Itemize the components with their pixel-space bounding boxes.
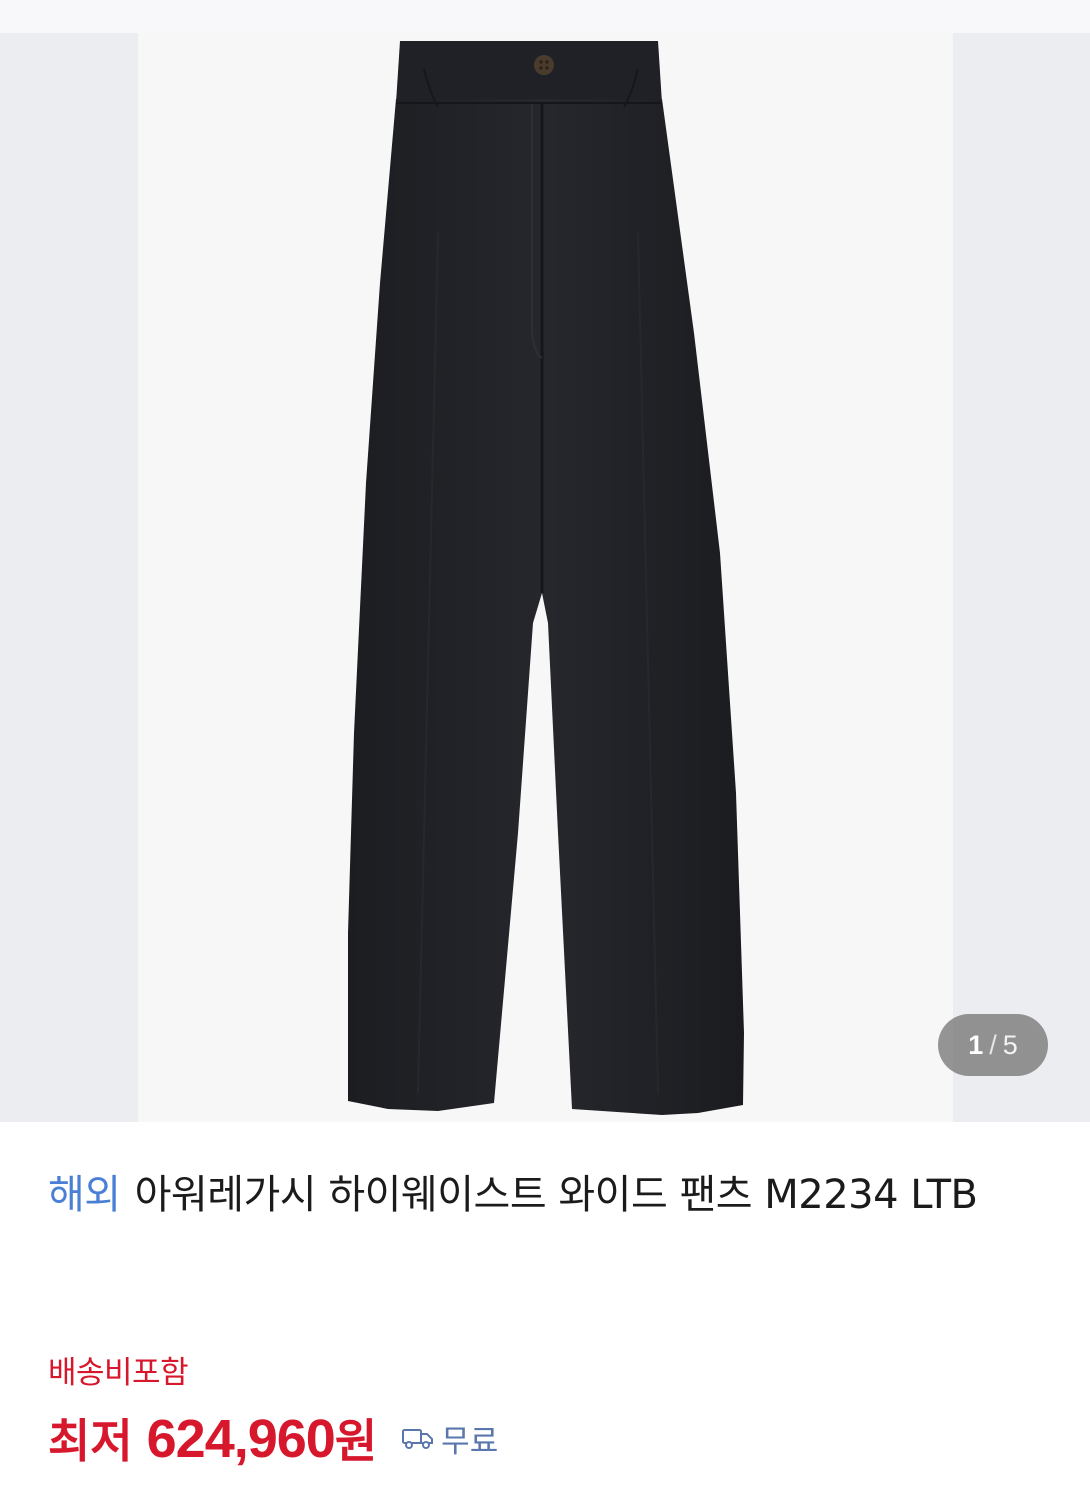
price-prefix: 최저 bbox=[48, 1414, 133, 1468]
delivery-label: 무료 bbox=[441, 1423, 499, 1460]
image-counter-separator: / bbox=[989, 1029, 997, 1060]
product-title[interactable]: 해외 아워레가시 하이웨이스트 와이드 팬츠 M2234 LTB bbox=[48, 1160, 1048, 1230]
image-counter: 1 / 5 bbox=[938, 1014, 1048, 1076]
top-strip bbox=[0, 0, 1090, 33]
image-counter-current: 1 bbox=[968, 1029, 984, 1060]
price-row: 최저 624,960 원 무료 bbox=[48, 1405, 498, 1471]
product-title-text: 아워레가시 하이웨이스트 와이드 팬츠 M2234 LTB bbox=[134, 1172, 978, 1218]
image-counter-total: 5 bbox=[1002, 1029, 1018, 1060]
pants-illustration bbox=[348, 41, 744, 1115]
product-image[interactable] bbox=[138, 33, 953, 1122]
price-value: 624,960 bbox=[146, 1409, 336, 1469]
product-info: 해외 아워레가시 하이웨이스트 와이드 팬츠 M2234 LTB bbox=[48, 1160, 1048, 1230]
product-image-gallery[interactable]: 1 / 5 bbox=[0, 33, 1090, 1122]
delivery-info: 무료 bbox=[401, 1416, 498, 1461]
price-unit: 원 bbox=[334, 1414, 378, 1468]
shipping-included-note: 배송비포함 bbox=[48, 1355, 189, 1391]
truck-icon bbox=[402, 1429, 434, 1449]
overseas-tag: 해외 bbox=[48, 1172, 121, 1218]
